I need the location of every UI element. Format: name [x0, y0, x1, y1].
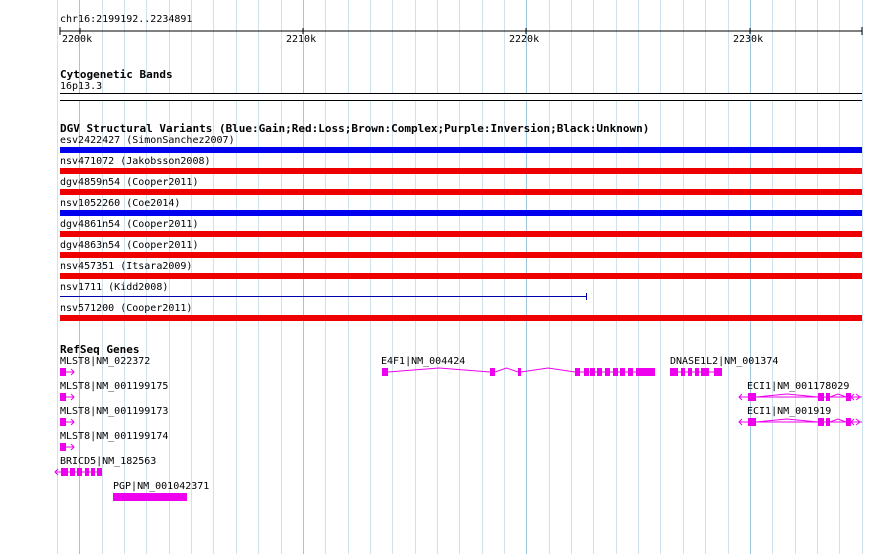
- refseq-gene-models[interactable]: [0, 0, 890, 554]
